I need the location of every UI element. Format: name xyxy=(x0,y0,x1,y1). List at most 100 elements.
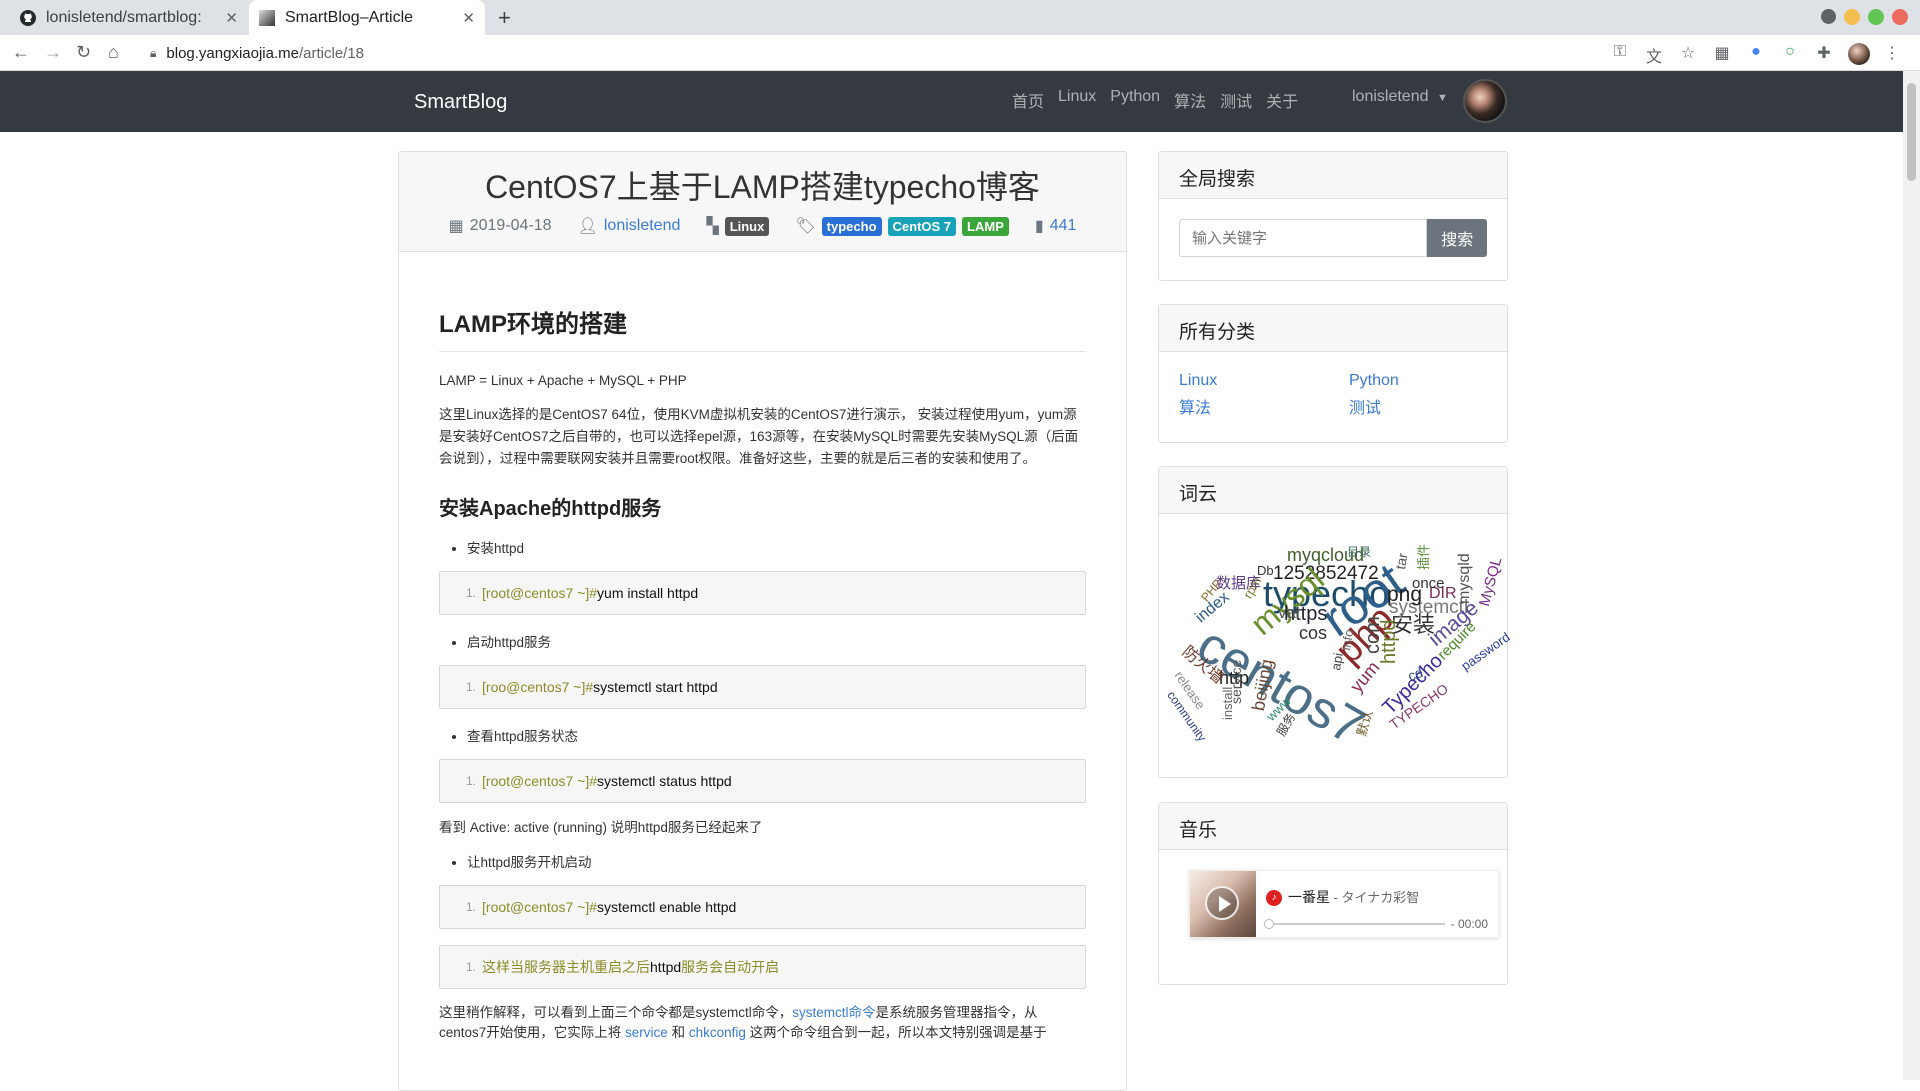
new-tab-icon[interactable]: + xyxy=(498,5,511,31)
reload-icon[interactable]: ↻ xyxy=(76,42,91,63)
extension-toolbar: ⚿ 文 ☆ ▦ ● ○ ✚ ⋮ xyxy=(1610,43,1902,67)
tab-title: SmartBlog–Article xyxy=(285,8,414,26)
close-icon[interactable]: ✕ xyxy=(225,9,238,27)
search-input[interactable] xyxy=(1179,219,1428,257)
tab-search-icon[interactable] xyxy=(1821,9,1836,24)
word-cloud-word[interactable]: once xyxy=(1412,576,1445,591)
word-cloud-word[interactable]: info xyxy=(1338,628,1356,651)
word-cloud-word[interactable]: install xyxy=(1220,687,1235,720)
song-artist: - タイナカ彩智 xyxy=(1330,890,1420,905)
word-cloud-word[interactable]: 插件 xyxy=(1416,544,1431,570)
code-prompt: [root@centos7 ~]# xyxy=(482,899,598,915)
minimize-icon[interactable] xyxy=(1844,9,1860,25)
time-display: - 00:00 xyxy=(1450,917,1488,931)
code-command: yum install httpd xyxy=(597,585,699,601)
progress-bar[interactable] xyxy=(1264,919,1445,929)
progress-row: - 00:00 xyxy=(1264,917,1488,931)
code-prompt: [root@centos7 ~]# xyxy=(482,585,598,601)
word-cloud-word[interactable]: 目录 xyxy=(1347,546,1371,558)
back-icon[interactable]: ← xyxy=(12,42,30,63)
extension-blue-icon[interactable]: ● xyxy=(1746,43,1766,67)
close-icon[interactable]: ✕ xyxy=(462,9,475,27)
code-block: 1. 这样当服务器主机重启之后 httpd 服务会自动开启 xyxy=(439,945,1086,989)
nav-test[interactable]: 测试 xyxy=(1220,88,1252,112)
tag-badge[interactable]: CentOS 7 xyxy=(887,216,957,236)
nav-python[interactable]: Python xyxy=(1110,88,1160,112)
qr-icon[interactable]: ▦ xyxy=(1712,43,1732,67)
caret-down-icon: ▼ xyxy=(1436,92,1448,104)
nav-linux[interactable]: Linux xyxy=(1058,88,1096,112)
paragraph: LAMP = Linux + Apache + MySQL + PHP xyxy=(439,373,687,388)
address-bar: ← → ↻ ⌂ 🔒︎ blog.yangxiaojia.me/article/1… xyxy=(0,35,1920,71)
user-dropdown[interactable]: lonisletend ▼ xyxy=(1352,88,1448,106)
menu-icon[interactable]: ⋮ xyxy=(1882,43,1902,67)
word-cloud-word[interactable]: var xyxy=(1278,604,1302,621)
bar-chart-icon: ▮ xyxy=(1034,218,1044,235)
category-link-python[interactable]: Python xyxy=(1349,372,1499,390)
chkconfig-link[interactable]: chkconfig xyxy=(689,1025,746,1040)
extension-green-icon[interactable]: ○ xyxy=(1780,43,1800,67)
forward-icon[interactable]: → xyxy=(44,42,62,63)
maximize-icon[interactable] xyxy=(1868,9,1884,25)
song-info: ♪ 一番星 - タイナカ彩智 xyxy=(1266,887,1488,907)
url-field[interactable]: 🔒︎ blog.yangxiaojia.me/article/18 xyxy=(138,39,1678,67)
translate-icon[interactable]: 文 xyxy=(1644,43,1664,67)
site-navbar: SmartBlog 首页 Linux Python 算法 测试 关于 lonis… xyxy=(0,71,1903,132)
code-prompt: [root@centos7 ~]# xyxy=(482,773,598,789)
text: 是系统服务管理器指令，从 xyxy=(875,1005,1038,1020)
music-player: ♪ 一番星 - タイナカ彩智 - 00:00 xyxy=(1189,870,1499,938)
album-cover xyxy=(1190,871,1256,937)
list-item: 让httpd服务开机启动 xyxy=(467,851,1086,871)
word-cloud-word[interactable]: Db xyxy=(1257,564,1274,577)
search-button[interactable]: 搜索 xyxy=(1427,219,1487,257)
paragraph: 这里Linux选择的是CentOS7 64位，使用KVM虚拟机安装的CentOS… xyxy=(439,407,1079,466)
nav-home[interactable]: 首页 xyxy=(1012,88,1044,112)
word-cloud-word[interactable]: mysqld xyxy=(1456,553,1473,604)
bullet-list: 查看httpd服务状态 xyxy=(439,725,1086,745)
avatar[interactable] xyxy=(1463,79,1507,123)
service-link[interactable]: service xyxy=(625,1025,668,1040)
categories-widget: 所有分类 Linux Python 算法 测试 xyxy=(1158,304,1508,443)
author-link[interactable]: lonisletend xyxy=(604,217,681,235)
text: 这两个命令组合到一起，所以本文特别强调是基于 xyxy=(745,1025,1047,1040)
puzzle-icon[interactable]: ✚ xyxy=(1814,43,1834,67)
code-prompt: [roo@centos7 ~]# xyxy=(482,679,594,695)
word-cloud-word[interactable]: MySQL xyxy=(1476,555,1505,608)
category-badge[interactable]: Linux xyxy=(724,216,770,236)
category-link-test[interactable]: 测试 xyxy=(1349,394,1499,418)
tab-smartblog-article[interactable]: SmartBlog–Article ✕ xyxy=(249,0,485,35)
word-cloud-word[interactable]: cos xyxy=(1299,624,1327,642)
word-cloud-word[interactable]: tar xyxy=(1392,552,1411,571)
article-card: CentOS7上基于LAMP搭建typecho博客 ▦ 2019-04-18 👤… xyxy=(398,151,1127,1091)
nav-algorithm[interactable]: 算法 xyxy=(1174,88,1206,112)
tag-badge[interactable]: LAMP xyxy=(962,216,1009,236)
category-link-linux[interactable]: Linux xyxy=(1179,372,1349,390)
page-scrollbar[interactable] xyxy=(1903,71,1920,1080)
code-block: 1. [root@centos7 ~]# systemctl status htt… xyxy=(439,759,1086,803)
code-block: 1. [root@centos7 ~]# yum install httpd xyxy=(439,571,1086,615)
word-cloud: myqcloud 1252852472 typecho centos7 root php m… xyxy=(1159,514,1512,772)
nav-about[interactable]: 关于 xyxy=(1266,88,1298,112)
music-widget: 音乐 ♪ 一番星 - タイナカ彩智 - 00:00 xyxy=(1158,802,1508,985)
word-cloud-word[interactable]: com xyxy=(1362,616,1384,654)
paragraph: 这里稍作解释，可以看到上面三个命令都是systemctl命令，systemctl… xyxy=(439,1003,1086,1043)
key-icon[interactable]: ⚿ xyxy=(1610,43,1630,67)
site-brand[interactable]: SmartBlog xyxy=(414,91,507,114)
window-controls xyxy=(1821,9,1908,25)
code-comment: 这样当服务器主机重启之后 xyxy=(482,959,651,975)
systemctl-link[interactable]: systemctl命令 xyxy=(792,1005,875,1020)
category-link-algorithm[interactable]: 算法 xyxy=(1179,394,1349,418)
star-icon[interactable]: ☆ xyxy=(1678,43,1698,67)
play-icon[interactable] xyxy=(1205,886,1239,920)
word-cloud-word[interactable]: api xyxy=(1328,652,1346,672)
scroll-thumb[interactable] xyxy=(1907,83,1916,181)
close-window-icon[interactable] xyxy=(1892,9,1908,25)
wordcloud-widget: 词云 myqcloud 1252852472 typecho centos7 root p… xyxy=(1158,466,1513,778)
code-block: 1. [roo@centos7 ~]# systemctl start httpd xyxy=(439,665,1086,709)
tag-badge[interactable]: typecho xyxy=(821,216,882,236)
home-icon[interactable]: ⌂ xyxy=(108,42,119,63)
profile-avatar[interactable] xyxy=(1848,43,1870,67)
category-icon: ▚ xyxy=(706,218,719,235)
code-command: systemctl enable httpd xyxy=(597,899,737,915)
tab-github[interactable]: lonisletend/smartblog: ✕ xyxy=(12,0,248,35)
